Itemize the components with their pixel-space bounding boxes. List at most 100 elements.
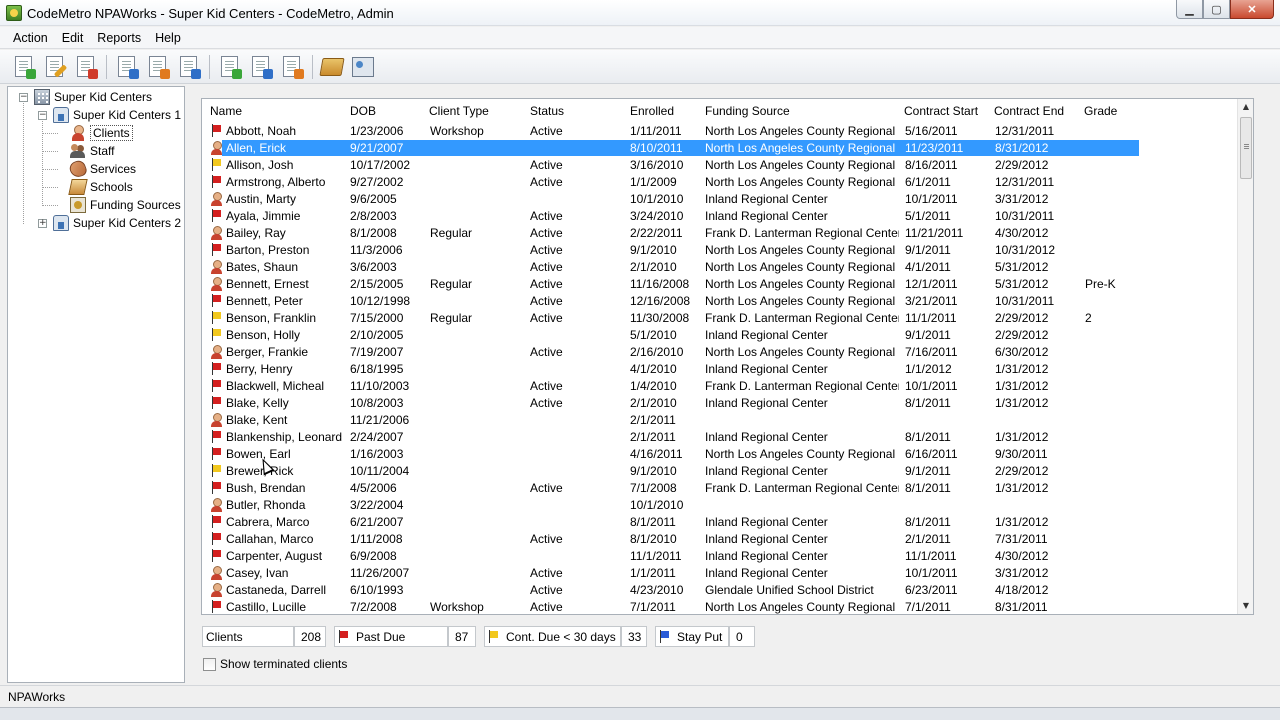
- address-card-icon[interactable]: [350, 54, 376, 80]
- table-row[interactable]: Benson, Holly 2/10/2005 5/1/2010 Inland Reg…: [202, 327, 1238, 344]
- cell-contract-end: 1/31/2012: [995, 481, 1049, 495]
- cell-dob: 4/5/2006: [350, 481, 397, 495]
- column-header-enrolled[interactable]: Enrolled: [630, 104, 674, 118]
- table-row[interactable]: Abbott, Noah 1/23/2006 Workshop Active 1/11/…: [202, 123, 1238, 140]
- menu-action[interactable]: Action: [6, 28, 55, 48]
- column-header-contract-start[interactable]: Contract Start: [904, 104, 978, 118]
- show-terminated-checkbox[interactable]: [203, 657, 216, 671]
- report-icon[interactable]: [144, 54, 170, 80]
- tree-item-root[interactable]: − Super Kid Centers: [19, 88, 152, 106]
- table-row[interactable]: Berger, Frankie 7/19/2007 Active 2/16/2010 N…: [202, 344, 1238, 361]
- table-row[interactable]: Callahan, Marco 1/11/2008 Active 8/1/2010 In…: [202, 531, 1238, 548]
- table-row[interactable]: Bennett, Peter 10/12/1998 Active 12/16/2008…: [202, 293, 1238, 310]
- chart-report-icon[interactable]: [175, 54, 201, 80]
- flag-yellow-icon: [211, 158, 223, 172]
- book-icon[interactable]: [319, 54, 345, 80]
- table-row[interactable]: Castaneda, Darrell 6/10/1993 Active 4/23/20…: [202, 582, 1238, 599]
- table-row[interactable]: Castillo, Lucille 7/2/2008 Workshop Active 7…: [202, 599, 1238, 614]
- column-header-name[interactable]: Name: [210, 104, 242, 118]
- table-row[interactable]: Barton, Preston 11/3/2006 Active 9/1/2010 No…: [202, 242, 1238, 259]
- table-row[interactable]: Blake, Kent 11/21/2006 2/1/2011: [202, 412, 1238, 429]
- lock-document-icon[interactable]: [278, 54, 304, 80]
- flag-yellow-icon: [211, 464, 223, 478]
- tree-item-center-2[interactable]: + Super Kid Centers 2: [38, 214, 181, 232]
- tree-connector: [42, 151, 58, 152]
- tree-item-funding-sources[interactable]: Funding Sources: [70, 196, 181, 214]
- collapse-icon[interactable]: −: [19, 92, 28, 102]
- table-row[interactable]: Bowen, Earl 1/16/2003 4/16/2011 North Los A…: [202, 446, 1238, 463]
- table-row[interactable]: Casey, Ivan 11/26/2007 Active 1/1/2011 Inlan…: [202, 565, 1238, 582]
- tree-item-services[interactable]: Services: [67, 158, 136, 180]
- navigation-tree[interactable]: − Super Kid Centers − Super Kid Centers …: [7, 86, 185, 683]
- minimize-button[interactable]: ▁: [1176, 0, 1203, 19]
- tree-item-center-1[interactable]: − Super Kid Centers 1: [38, 106, 181, 124]
- table-row[interactable]: Cabrera, Marco 6/21/2007 8/1/2011 Inland Re…: [202, 514, 1238, 531]
- flag-red-icon: [211, 447, 223, 461]
- cell-dob: 10/12/1998: [350, 294, 411, 308]
- pane-splitter[interactable]: [185, 86, 193, 683]
- table-row[interactable]: Butler, Rhonda 3/22/2004 10/1/2010: [202, 497, 1238, 514]
- column-header-dob[interactable]: DOB: [350, 104, 376, 118]
- table-row[interactable]: Bates, Shaun 3/6/2003 Active 2/1/2010 North …: [202, 259, 1238, 276]
- cell-dob: 1/23/2006: [350, 124, 404, 138]
- column-header-status[interactable]: Status: [530, 104, 564, 118]
- menu-reports[interactable]: Reports: [90, 28, 148, 48]
- collapse-icon[interactable]: −: [38, 110, 47, 120]
- table-row[interactable]: Armstrong, Alberto 9/27/2002 Active 1/1/200…: [202, 174, 1238, 191]
- cell-enrolled: 2/1/2011: [630, 430, 676, 444]
- new-document-icon[interactable]: [10, 54, 36, 80]
- scroll-down-icon[interactable]: ▼: [1238, 598, 1253, 614]
- red-flag-icon: [338, 629, 350, 644]
- scroll-thumb[interactable]: [1240, 117, 1252, 179]
- close-button[interactable]: ✕: [1230, 0, 1274, 19]
- column-header-funding-source[interactable]: Funding Source: [705, 104, 790, 118]
- table-row[interactable]: Allen, Erick 9/21/2007 8/10/2011 North Los …: [202, 140, 1238, 157]
- cell-funding-source: Inland Regional Center: [705, 192, 828, 206]
- cell-contract-end: 5/31/2012: [995, 260, 1049, 274]
- maximize-button[interactable]: ▢: [1203, 0, 1230, 19]
- table-row[interactable]: Bailey, Ray 8/1/2008 Regular Active 2/22/201…: [202, 225, 1238, 242]
- menu-edit[interactable]: Edit: [55, 28, 91, 48]
- table-row[interactable]: Benson, Franklin 7/15/2000 Regular Active 11…: [202, 310, 1238, 327]
- table-row[interactable]: Allison, Josh 10/17/2002 Active 3/16/2010 No…: [202, 157, 1238, 174]
- graph-icon[interactable]: [216, 54, 242, 80]
- cell-contract-start: 8/16/2011: [905, 158, 958, 172]
- tree-connector: [23, 101, 24, 224]
- column-header-grade[interactable]: Grade: [1084, 104, 1117, 118]
- cell-funding-source: North Los Angeles County Regional C...: [705, 243, 899, 257]
- table-row[interactable]: Blake, Kelly 10/8/2003 Active 2/1/2010 Inlan…: [202, 395, 1238, 412]
- column-header-client-type[interactable]: Client Type: [429, 104, 489, 118]
- table-row[interactable]: Blankenship, Leonard 2/24/2007 2/1/2011 Inl…: [202, 429, 1238, 446]
- vertical-scrollbar[interactable]: ▲ ▼: [1237, 99, 1253, 614]
- delete-document-icon[interactable]: [72, 54, 98, 80]
- show-terminated-option[interactable]: Show terminated clients: [203, 657, 347, 671]
- expand-icon[interactable]: +: [38, 218, 47, 228]
- checklist-icon[interactable]: [247, 54, 273, 80]
- title-bar[interactable]: CodeMetro NPAWorks - Super Kid Centers -…: [0, 0, 1280, 26]
- cell-status: Active: [530, 566, 563, 580]
- cell-grade: Pre-K: [1085, 277, 1116, 291]
- table-row[interactable]: Ayala, Jimmie 2/8/2003 Active 3/24/2010 Inla…: [202, 208, 1238, 225]
- table-row[interactable]: Bennett, Ernest 2/15/2005 Regular Active 11/…: [202, 276, 1238, 293]
- menu-help[interactable]: Help: [148, 28, 188, 48]
- clients-grid[interactable]: Name DOB Client Type Status Enrolled Fun…: [201, 98, 1254, 615]
- cell-client-type: Regular: [430, 311, 473, 325]
- table-row[interactable]: Blackwell, Micheal 11/10/2003 Active 1/4/20…: [202, 378, 1238, 395]
- verify-icon[interactable]: [113, 54, 139, 80]
- tree-item-schools[interactable]: Schools: [68, 178, 133, 196]
- cell-dob: 6/18/1995: [350, 362, 404, 376]
- table-row[interactable]: Austin, Marty 9/6/2005 10/1/2010 Inland Reg…: [202, 191, 1238, 208]
- cell-enrolled: 4/23/2010: [630, 583, 684, 597]
- table-row[interactable]: Brewer, Rick 10/11/2004 9/1/2010 Inland Reg…: [202, 463, 1238, 480]
- table-row[interactable]: Bush, Brendan 4/5/2006 Active 7/1/2008 Frank…: [202, 480, 1238, 497]
- tree-item-staff[interactable]: Staff: [70, 142, 114, 160]
- column-header-contract-end[interactable]: Contract End: [994, 104, 1064, 118]
- table-row[interactable]: Berry, Henry 6/18/1995 4/1/2010 Inland Regi…: [202, 361, 1238, 378]
- flag-red-icon: [211, 362, 223, 376]
- tree-item-clients[interactable]: Clients: [70, 124, 133, 142]
- edit-document-icon[interactable]: [41, 54, 68, 80]
- table-row[interactable]: Carpenter, August 6/9/2008 11/1/2011 Inland…: [202, 548, 1238, 565]
- tree-label-staff: Staff: [90, 144, 115, 158]
- cell-status: Active: [530, 345, 563, 359]
- scroll-up-icon[interactable]: ▲: [1238, 99, 1253, 115]
